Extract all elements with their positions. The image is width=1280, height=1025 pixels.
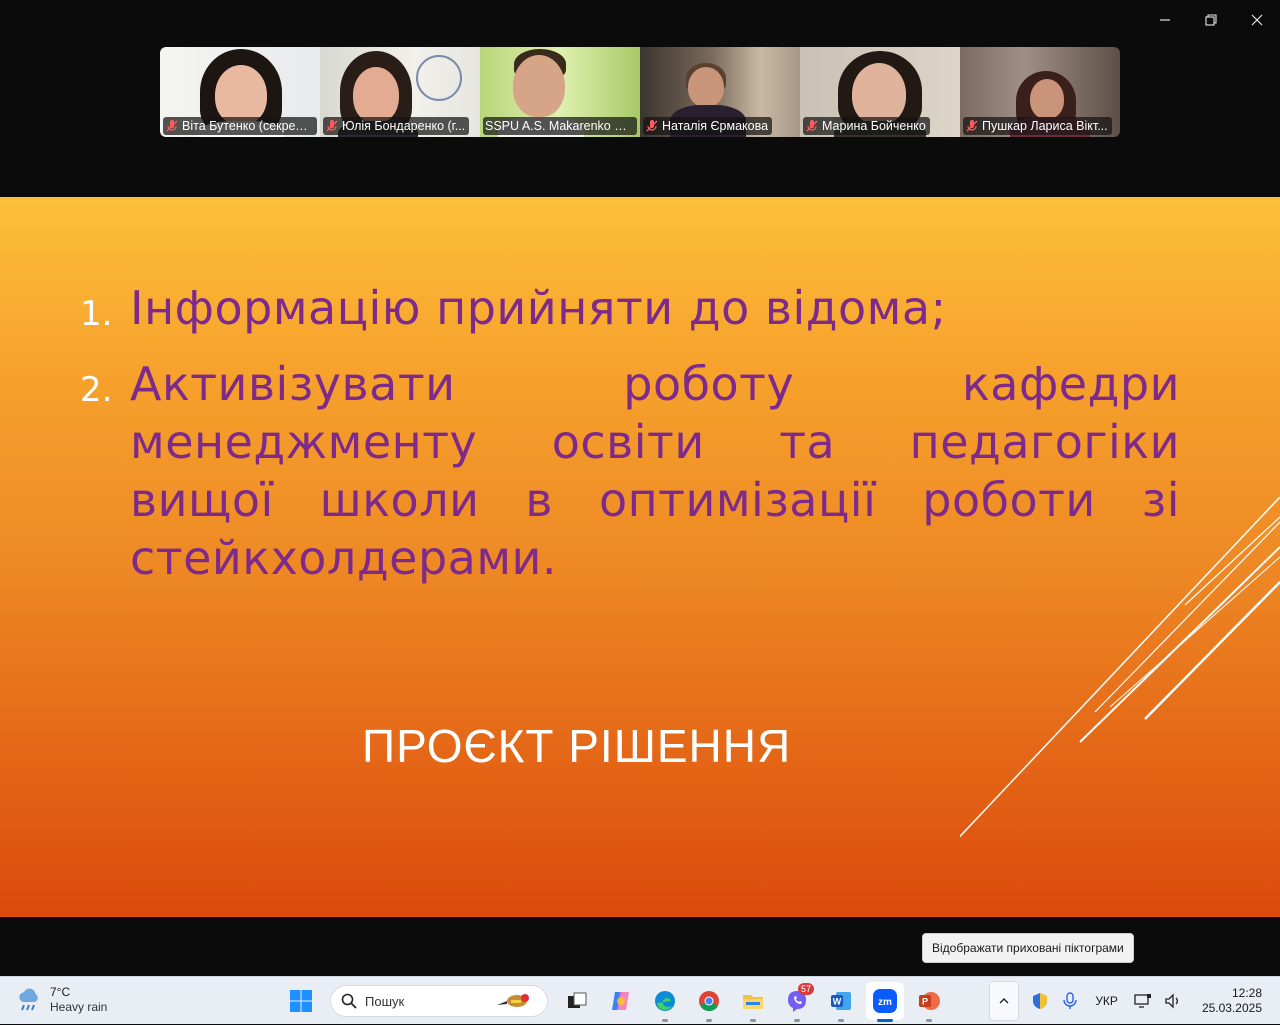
- mic-muted-icon: [965, 119, 979, 133]
- close-icon: [1251, 14, 1263, 26]
- restore-icon: [1205, 14, 1217, 26]
- powerpoint-button[interactable]: P: [910, 982, 948, 1020]
- list-text: Інформацію прийняти до відома;: [130, 279, 947, 345]
- participant-name-tag: Наталія Єрмакова: [643, 117, 772, 135]
- clock[interactable]: 12:28 25.03.2025: [1188, 986, 1280, 1016]
- participant-name-tag: Віта Бутенко (секрета...: [163, 117, 317, 135]
- list-number: 2.: [80, 355, 130, 587]
- minimize-icon: [1159, 14, 1171, 26]
- participant-tile[interactable]: Пушкар Лариса Вікт...: [960, 47, 1120, 137]
- file-explorer-button[interactable]: [734, 982, 772, 1020]
- microphone-tray-button[interactable]: [1055, 981, 1085, 1021]
- decorative-lines: [960, 497, 1280, 857]
- viber-button[interactable]: 57: [778, 982, 816, 1020]
- powerpoint-icon: P: [917, 989, 941, 1013]
- mic-muted-icon: [805, 119, 819, 133]
- shared-screen-slide: 1. Інформацію прийняти до відома; 2. Акт…: [0, 197, 1280, 917]
- language-indicator[interactable]: УКР: [1085, 981, 1128, 1021]
- participant-name: Пушкар Лариса Вікт...: [982, 119, 1108, 133]
- windows-logo-icon: [289, 989, 313, 1013]
- clock-date: 25.03.2025: [1202, 1001, 1262, 1016]
- participant-name: Юлія Бондаренко (г...: [342, 119, 465, 133]
- task-view-button[interactable]: [558, 982, 596, 1020]
- weather-condition: Heavy rain: [50, 1000, 107, 1015]
- defender-tray-button[interactable]: [1025, 981, 1055, 1021]
- start-button[interactable]: [282, 982, 320, 1020]
- system-tray: УКР 12:28 25.03.2025: [989, 977, 1280, 1025]
- chevron-up-icon: [998, 995, 1010, 1007]
- weather-widget[interactable]: 7°C Heavy rain: [16, 985, 107, 1015]
- microphone-icon: [1062, 992, 1078, 1010]
- participant-tile[interactable]: Юлія Бондаренко (г...: [320, 47, 480, 137]
- shield-icon: [1031, 992, 1049, 1010]
- participant-tile[interactable]: Наталія Єрмакова: [640, 47, 800, 137]
- slide-title: ПРОЄКТ РІШЕННЯ: [362, 719, 791, 773]
- zoom-button[interactable]: zm: [866, 982, 904, 1020]
- participant-name-tag: SSPU A.S. Makarenko Se...: [483, 117, 637, 135]
- monitor-network-icon: [1134, 993, 1152, 1009]
- participant-name-tag: Пушкар Лариса Вікт...: [963, 117, 1112, 135]
- copilot-icon: [609, 989, 633, 1013]
- search-box[interactable]: Пошук: [330, 985, 548, 1017]
- notification-badge: 57: [798, 983, 814, 995]
- rain-cloud-icon: [16, 987, 42, 1013]
- close-button[interactable]: [1234, 0, 1280, 40]
- edge-icon: [653, 989, 677, 1013]
- network-tray-button[interactable]: [1128, 981, 1158, 1021]
- participant-name: Віта Бутенко (секрета...: [182, 119, 313, 133]
- zoom-icon: zm: [872, 988, 898, 1014]
- show-hidden-icons-button[interactable]: [989, 981, 1019, 1021]
- chrome-icon: [697, 989, 721, 1013]
- participant-name-tag: Юлія Бондаренко (г...: [323, 117, 469, 135]
- mic-muted-icon: [165, 119, 179, 133]
- bird-highlight-icon: [493, 989, 537, 1013]
- task-view-icon: [566, 990, 588, 1012]
- volume-tray-button[interactable]: [1158, 981, 1188, 1021]
- search-icon: [341, 993, 357, 1009]
- restore-button[interactable]: [1188, 0, 1234, 40]
- slide-list-item: 1. Інформацію прийняти до відома;: [80, 279, 1180, 345]
- participant-name: Наталія Єрмакова: [662, 119, 768, 133]
- weather-text: 7°C Heavy rain: [50, 985, 107, 1015]
- svg-text:zm: zm: [878, 997, 892, 1008]
- copilot-button[interactable]: [602, 982, 640, 1020]
- svg-text:P: P: [922, 997, 928, 1007]
- search-placeholder: Пошук: [365, 994, 404, 1009]
- weather-temp: 7°C: [50, 985, 107, 1000]
- participant-name: Марина Бойченко: [822, 119, 926, 133]
- edge-button[interactable]: [646, 982, 684, 1020]
- word-icon: W: [829, 989, 853, 1013]
- participant-tile[interactable]: Марина Бойченко: [800, 47, 960, 137]
- participant-tile-active-speaker[interactable]: SSPU A.S. Makarenko Se...: [480, 47, 640, 137]
- tray-tooltip: Відображати приховані піктограми: [922, 933, 1134, 963]
- participant-tile[interactable]: Віта Бутенко (секрета...: [160, 47, 320, 137]
- folder-icon: [741, 989, 765, 1013]
- minimize-button[interactable]: [1142, 0, 1188, 40]
- chrome-button[interactable]: [690, 982, 728, 1020]
- taskbar: 7°C Heavy rain Пошук: [0, 976, 1280, 1024]
- participant-gallery: Віта Бутенко (секрета... Юлія Бондаренко…: [160, 47, 1120, 137]
- speaker-icon: [1164, 993, 1182, 1009]
- mic-muted-icon: [645, 119, 659, 133]
- window-controls: [1142, 0, 1280, 40]
- participant-name: SSPU A.S. Makarenko Se...: [485, 119, 633, 133]
- taskbar-apps: Пошук 57 W: [282, 981, 948, 1021]
- word-button[interactable]: W: [822, 982, 860, 1020]
- participant-name-tag: Марина Бойченко: [803, 117, 930, 135]
- svg-text:W: W: [833, 997, 842, 1007]
- clock-time: 12:28: [1202, 986, 1262, 1001]
- mic-muted-icon: [325, 119, 339, 133]
- list-number: 1.: [80, 279, 130, 345]
